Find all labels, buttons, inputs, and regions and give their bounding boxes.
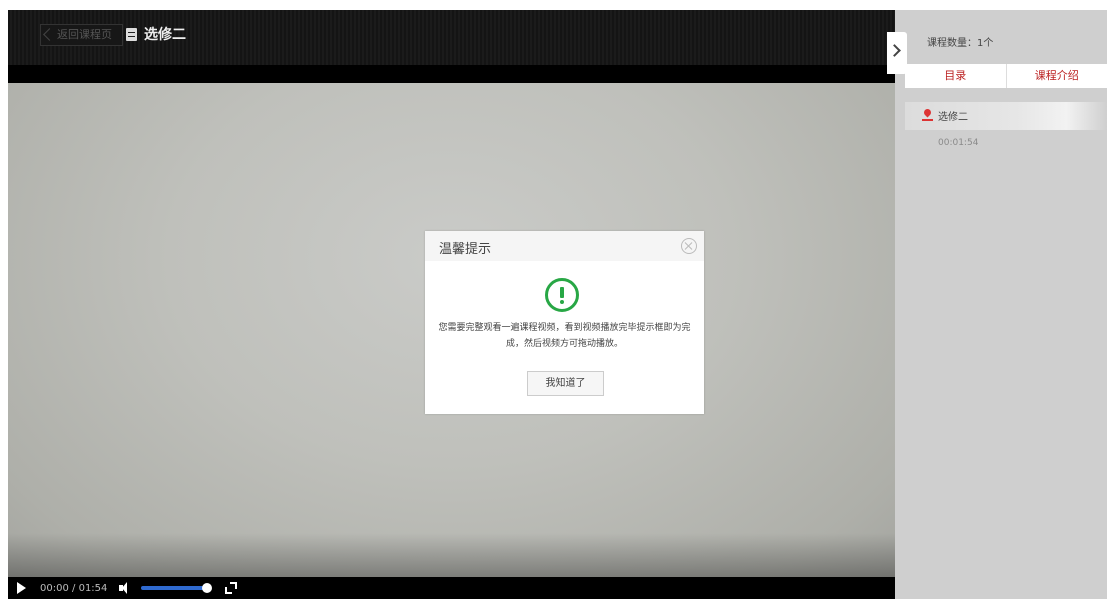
tab-catalog[interactable]: 目录 (905, 64, 1006, 88)
time-separator: / (72, 582, 76, 594)
volume-slider[interactable] (141, 583, 213, 593)
chevron-right-icon (888, 44, 901, 57)
ok-button[interactable]: 我知道了 (527, 371, 604, 396)
sidebar-tabs: 目录 课程介绍 (905, 64, 1107, 88)
close-icon[interactable] (681, 238, 697, 254)
dialog-message: 您需要完整观看一遍课程视频，看到视频播放完毕提示框即为完成，然后视频方可拖动播放… (438, 323, 691, 349)
location-pin-icon (922, 107, 933, 118)
current-time: 00:00 (40, 582, 69, 594)
time-display: 00:00 / 01:54 (40, 583, 107, 594)
fullscreen-icon[interactable] (225, 582, 238, 594)
play-icon[interactable] (17, 582, 26, 594)
pin-underline (922, 119, 933, 121)
notice-dialog: 温馨提示 您需要完整观看一遍课程视频，看到视频播放完毕提示框即为完成，然后视频方… (425, 231, 704, 414)
document-icon (126, 27, 137, 41)
tab-course-intro[interactable]: 课程介绍 (1005, 64, 1107, 88)
sidebar-toggle-button[interactable] (887, 32, 907, 74)
dialog-title: 温馨提示 (439, 242, 492, 257)
volume-knob[interactable] (202, 583, 213, 593)
volume-icon[interactable] (119, 582, 133, 594)
course-title-area: 选修二 (126, 22, 186, 46)
catalog-item-duration: 00:01:54 (938, 138, 979, 148)
player-controls: 00:00 / 01:54 (8, 577, 895, 599)
catalog-item[interactable]: 选修二 (905, 102, 1107, 130)
dialog-header: 温馨提示 (425, 231, 704, 261)
course-sidebar: 课程数量：1个 目录 课程介绍 选修二 00:01:54 (887, 10, 1107, 599)
catalog-item-label: 选修二 (938, 112, 968, 123)
alert-icon (545, 278, 579, 312)
course-title: 选修二 (144, 27, 186, 43)
video-top-bar (8, 65, 895, 83)
duration-time: 01:54 (78, 582, 108, 594)
back-to-course-button[interactable]: 返回课程页 (40, 24, 123, 46)
course-count: 课程数量：1个 (927, 38, 994, 49)
